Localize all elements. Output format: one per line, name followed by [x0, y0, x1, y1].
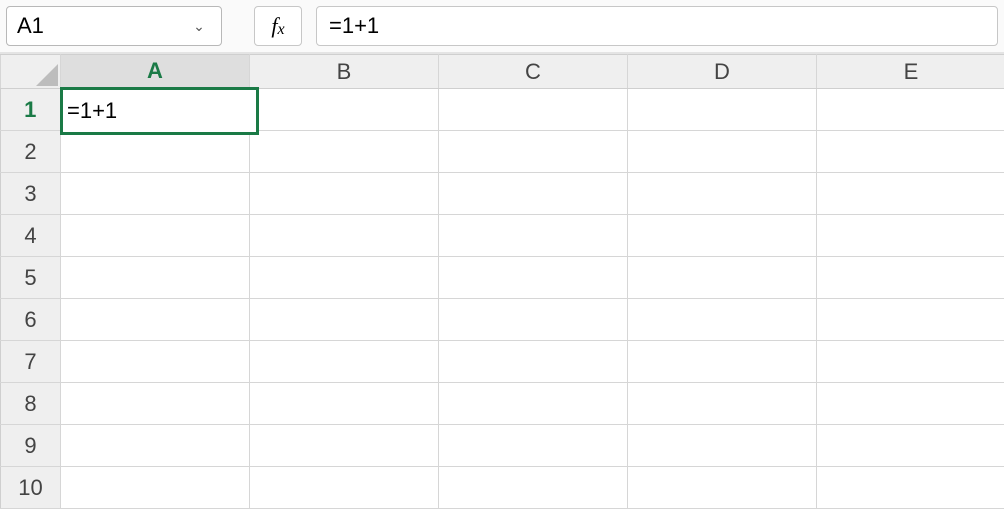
row-header-10[interactable]: 10: [1, 467, 61, 509]
cell-D3[interactable]: [628, 173, 817, 215]
cell-B2[interactable]: [250, 131, 439, 173]
row-4: 4: [1, 215, 1004, 257]
select-all-triangle-icon: [36, 64, 58, 86]
cell-C6[interactable]: [439, 299, 628, 341]
row-3: 3: [1, 173, 1004, 215]
cell-A8[interactable]: [61, 383, 250, 425]
cell-A9[interactable]: [61, 425, 250, 467]
fx-sub: x: [278, 21, 285, 39]
cell-C8[interactable]: [439, 383, 628, 425]
cell-editor-input[interactable]: [63, 90, 256, 132]
cell-A2[interactable]: [61, 131, 250, 173]
cell-B7[interactable]: [250, 341, 439, 383]
cell-C1[interactable]: [439, 89, 628, 131]
cell-B4[interactable]: [250, 215, 439, 257]
cell-A6[interactable]: [61, 299, 250, 341]
cell-A5[interactable]: [61, 257, 250, 299]
cell-C10[interactable]: [439, 467, 628, 509]
column-header-A[interactable]: A: [61, 55, 250, 89]
cell-D8[interactable]: [628, 383, 817, 425]
cell-C2[interactable]: [439, 131, 628, 173]
cell-B1[interactable]: [250, 89, 439, 131]
cell-C9[interactable]: [439, 425, 628, 467]
name-box-input[interactable]: [7, 7, 187, 45]
row-header-2[interactable]: 2: [1, 131, 61, 173]
column-header-row: A B C D E: [1, 55, 1004, 89]
row-header-1[interactable]: 1: [1, 89, 61, 131]
row-9: 9: [1, 425, 1004, 467]
cell-A7[interactable]: [61, 341, 250, 383]
row-header-6[interactable]: 6: [1, 299, 61, 341]
cell-E6[interactable]: [817, 299, 1004, 341]
cell-E3[interactable]: [817, 173, 1004, 215]
cell-A10[interactable]: [61, 467, 250, 509]
column-header-B[interactable]: B: [250, 55, 439, 89]
cell-B5[interactable]: [250, 257, 439, 299]
cell-E7[interactable]: [817, 341, 1004, 383]
cell-C3[interactable]: [439, 173, 628, 215]
cell-D10[interactable]: [628, 467, 817, 509]
row-6: 6: [1, 299, 1004, 341]
formula-input[interactable]: [316, 6, 998, 46]
column-header-C[interactable]: C: [439, 55, 628, 89]
cell-C5[interactable]: [439, 257, 628, 299]
row-10: 10: [1, 467, 1004, 509]
cell-C7[interactable]: [439, 341, 628, 383]
row-header-4[interactable]: 4: [1, 215, 61, 257]
grid-body: 1 2 3 4 5: [1, 89, 1004, 509]
cell-E9[interactable]: [817, 425, 1004, 467]
row-header-5[interactable]: 5: [1, 257, 61, 299]
row-header-8[interactable]: 8: [1, 383, 61, 425]
cell-E8[interactable]: [817, 383, 1004, 425]
cell-B3[interactable]: [250, 173, 439, 215]
cell-E1[interactable]: [817, 89, 1004, 131]
cell-E2[interactable]: [817, 131, 1004, 173]
row-7: 7: [1, 341, 1004, 383]
column-header-D[interactable]: D: [628, 55, 817, 89]
row-2: 2: [1, 131, 1004, 173]
row-header-9[interactable]: 9: [1, 425, 61, 467]
fx-icon[interactable]: fx: [254, 6, 302, 46]
row-header-7[interactable]: 7: [1, 341, 61, 383]
select-all-corner[interactable]: [1, 55, 61, 89]
name-box-chevron-icon[interactable]: ⌄: [187, 18, 211, 35]
cell-B10[interactable]: [250, 467, 439, 509]
cell-C4[interactable]: [439, 215, 628, 257]
cell-D1[interactable]: [628, 89, 817, 131]
cell-D2[interactable]: [628, 131, 817, 173]
cell-D4[interactable]: [628, 215, 817, 257]
row-8: 8: [1, 383, 1004, 425]
cell-B6[interactable]: [250, 299, 439, 341]
cell-D9[interactable]: [628, 425, 817, 467]
cell-A4[interactable]: [61, 215, 250, 257]
cell-A3[interactable]: [61, 173, 250, 215]
column-header-E[interactable]: E: [817, 55, 1004, 89]
cell-D7[interactable]: [628, 341, 817, 383]
row-header-3[interactable]: 3: [1, 173, 61, 215]
cell-E10[interactable]: [817, 467, 1004, 509]
name-box-wrapper[interactable]: ⌄: [6, 6, 222, 46]
formula-bar-row: ⌄ fx: [0, 0, 1004, 52]
spreadsheet-grid[interactable]: A B C D E 1 2 3: [0, 54, 1004, 510]
cell-D6[interactable]: [628, 299, 817, 341]
row-5: 5: [1, 257, 1004, 299]
cell-B9[interactable]: [250, 425, 439, 467]
cell-D5[interactable]: [628, 257, 817, 299]
cell-E4[interactable]: [817, 215, 1004, 257]
cell-E5[interactable]: [817, 257, 1004, 299]
cell-B8[interactable]: [250, 383, 439, 425]
active-cell-overlay[interactable]: [60, 87, 259, 135]
